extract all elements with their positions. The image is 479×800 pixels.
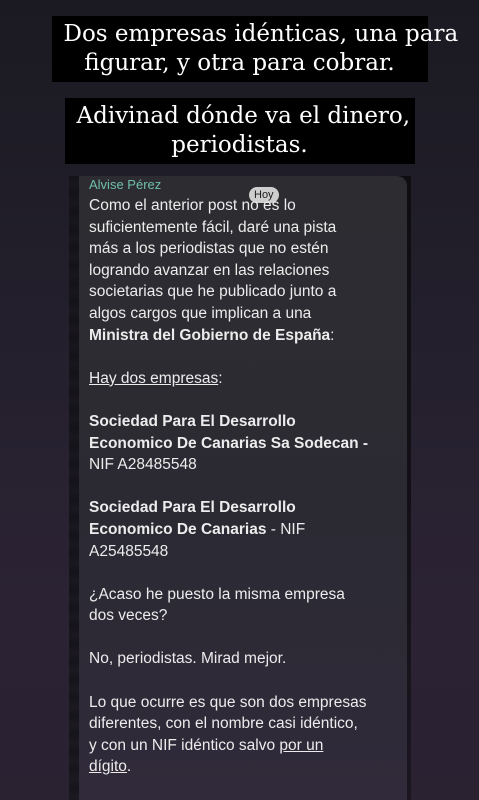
- message-text: Como el anterior post no es lo suficient…: [89, 195, 405, 778]
- company-1-nif: NIF A28485548: [89, 456, 197, 474]
- underlined-text: dígito: [89, 758, 127, 776]
- punct: .: [126, 758, 132, 776]
- punct: :: [330, 326, 335, 344]
- caption-line: periodistas.: [171, 132, 308, 158]
- underlined-text: por un: [279, 736, 324, 754]
- story-caption-second: Adivinad dónde va el dinero, periodistas…: [64, 98, 415, 164]
- story-caption-top: Dos empresas idénticas, una para figurar…: [51, 16, 459, 82]
- text-line: diferentes, con el nombre casi idéntico,: [89, 715, 358, 733]
- company-2-nif-label: - NIF: [266, 520, 306, 538]
- hay-dos-empresas: Hay dos empresas: [89, 369, 219, 387]
- text-line: y con un NIF idéntico salvo por un: [89, 735, 405, 757]
- sender-name[interactable]: Alvise Pérez: [89, 177, 161, 193]
- text-line: dígito.: [89, 756, 405, 778]
- punct: :: [218, 369, 223, 387]
- caption-line: Dos empresas idénticas, una para: [63, 21, 459, 47]
- text-line: suficientemente fácil, daré una pista: [89, 218, 337, 236]
- text-line: logrando avanzar en las relaciones: [89, 261, 330, 279]
- text-line: No, periodistas. Mirad mejor.: [89, 650, 287, 668]
- text-line: dos veces?: [89, 607, 168, 625]
- chat-screenshot: Alvise Pérez Hoy Como el anterior post n…: [69, 176, 411, 800]
- caption-line: figurar, y otra para cobrar.: [84, 50, 395, 76]
- text-line: más a los periodistas que no estén: [89, 240, 329, 258]
- company-1-line: Sociedad Para El Desarrollo: [89, 412, 296, 430]
- company-2-nif: A25485548: [89, 542, 169, 560]
- text-line: Economico De Canarias - NIF: [89, 519, 405, 541]
- ministra-bold: Ministra del Gobierno de España: [89, 326, 331, 344]
- company-2-line: Sociedad Para El Desarrollo: [89, 499, 296, 517]
- text-line: societarias que he publicado junto a: [89, 283, 337, 301]
- company-2-name-end: Economico De Canarias: [89, 520, 267, 538]
- company-1-line: Economico De Canarias Sa Sodecan -: [89, 434, 369, 452]
- text-line: ¿Acaso he puesto la misma empresa: [89, 585, 345, 603]
- text-span: y con un NIF idéntico salvo: [89, 736, 280, 754]
- text-line: Lo que ocurre es que son dos empresas: [89, 693, 367, 711]
- text-line: Hay dos empresas:: [89, 368, 405, 390]
- text-line: algos cargos que implican a una: [89, 304, 312, 322]
- caption-line: Adivinad dónde va el dinero,: [76, 103, 411, 129]
- text-line: Como el anterior post no es lo: [89, 197, 296, 214]
- text-line: Ministra del Gobierno de España:: [89, 325, 405, 347]
